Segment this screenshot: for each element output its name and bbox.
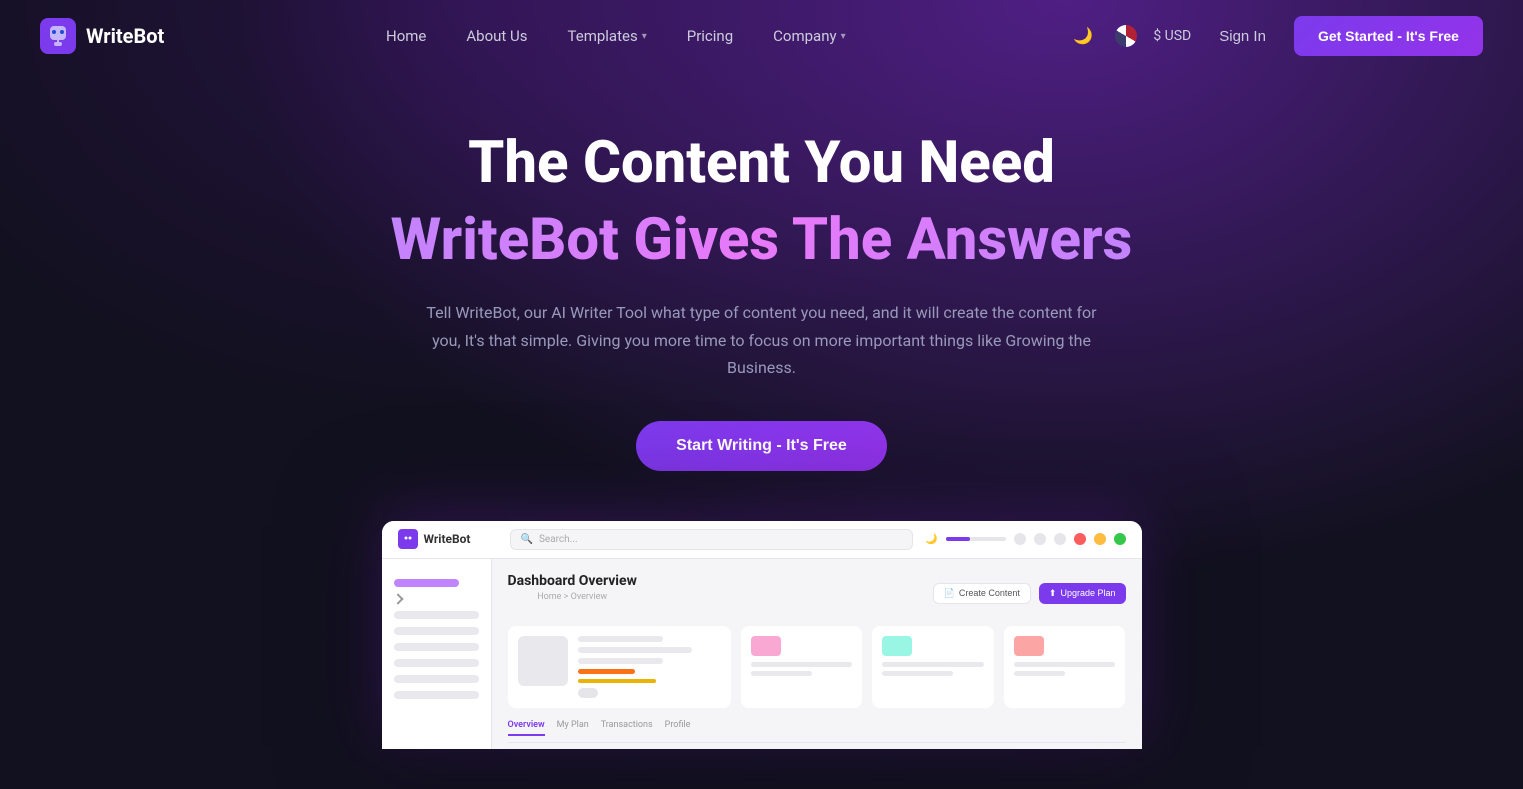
brand-name: WriteBot xyxy=(86,24,164,48)
dash-logo: WriteBot xyxy=(398,529,498,549)
dash-sidebar-item-7 xyxy=(394,691,479,699)
dash-topbar: WriteBot 🔍 Search... 🌙 xyxy=(382,521,1142,559)
dash-red-block xyxy=(1014,636,1044,656)
dash-topbar-right: 🌙 xyxy=(925,533,1125,545)
brand-logo[interactable]: WriteBot xyxy=(40,18,164,54)
dash-circle-3 xyxy=(1054,533,1066,545)
dash-upgrade-icon: ⬆ xyxy=(1049,588,1057,599)
dash-sidebar-item-1 xyxy=(394,579,459,587)
dash-tab-transactions[interactable]: Transactions xyxy=(601,720,653,736)
dash-search-placeholder: Search... xyxy=(539,534,578,545)
dash-line-yellow xyxy=(578,679,657,683)
templates-chevron-icon: ▾ xyxy=(642,31,647,42)
dash-side-line-1 xyxy=(751,662,853,667)
dash-side-card-3 xyxy=(1004,626,1126,708)
dash-brand-name: WriteBot xyxy=(424,532,471,546)
hero-section: The Content You Need WriteBot Gives The … xyxy=(0,72,1523,789)
dash-side-card-2 xyxy=(872,626,994,708)
dash-tab-myplan[interactable]: My Plan xyxy=(557,720,589,736)
dash-teal-block xyxy=(882,636,912,656)
dash-title-area: Dashboard Overview Home > Overview xyxy=(508,573,637,614)
dash-circle-yellow xyxy=(1094,533,1106,545)
nav-company[interactable]: Company ▾ xyxy=(757,19,861,53)
language-selector[interactable] xyxy=(1115,25,1137,47)
nav-about[interactable]: About Us xyxy=(450,19,543,53)
dash-circle-red xyxy=(1074,533,1086,545)
dash-side-card-1 xyxy=(741,626,863,708)
dash-upgrade-button[interactable]: ⬆ Upgrade Plan xyxy=(1039,583,1126,604)
nav-templates[interactable]: Templates ▾ xyxy=(552,19,663,53)
dash-sidebar-item-3 xyxy=(394,627,479,635)
dash-sidebar-item-2 xyxy=(394,611,479,619)
dash-side-line-3 xyxy=(882,662,984,667)
flag-icon xyxy=(1115,25,1137,47)
moon-icon: 🌙 xyxy=(1073,26,1093,46)
dash-line-3 xyxy=(578,658,664,664)
dash-side-line-4 xyxy=(882,671,953,676)
company-chevron-icon: ▾ xyxy=(841,31,846,42)
dash-line-1 xyxy=(578,636,664,642)
navbar: WriteBot Home About Us Templates ▾ Prici… xyxy=(0,0,1523,72)
dash-sidebar-item-5 xyxy=(394,659,479,667)
dash-line-2 xyxy=(578,647,693,653)
dash-circle-1 xyxy=(1014,533,1026,545)
dash-progress-fill xyxy=(946,537,970,541)
hero-subtitle: Tell WriteBot, our AI Writer Tool what t… xyxy=(422,299,1102,381)
dash-search-bar[interactable]: 🔍 Search... xyxy=(510,529,914,550)
dash-card-image xyxy=(518,636,568,686)
dash-action-buttons: 📄 Create Content ⬆ Upgrade Plan xyxy=(933,583,1126,604)
dash-side-line-6 xyxy=(1014,671,1065,676)
dash-main-card xyxy=(508,626,731,708)
dash-create-icon: 📄 xyxy=(944,588,955,599)
dash-title: Dashboard Overview xyxy=(508,573,637,589)
dash-progress-bar xyxy=(946,537,1006,541)
dashboard-preview: WriteBot 🔍 Search... 🌙 xyxy=(382,521,1142,749)
sign-in-button[interactable]: Sign In xyxy=(1207,20,1278,53)
dash-moon-icon: 🌙 xyxy=(925,534,937,545)
dash-content-header: Dashboard Overview Home > Overview 📄 Cre… xyxy=(508,573,1126,614)
start-writing-button[interactable]: Start Writing - It's Free xyxy=(636,421,887,471)
dash-breadcrumb: Home > Overview xyxy=(508,592,637,602)
dash-expand-btn xyxy=(578,688,598,698)
dash-sidebar-item-6 xyxy=(394,675,479,683)
hero-title-line1: The Content You Need xyxy=(468,132,1055,196)
get-started-button[interactable]: Get Started - It's Free xyxy=(1294,16,1483,56)
dash-pink-block xyxy=(751,636,781,656)
dash-create-button[interactable]: 📄 Create Content xyxy=(933,583,1031,604)
dark-mode-toggle[interactable]: 🌙 xyxy=(1067,20,1099,52)
dash-sidebar-arrow xyxy=(392,593,403,604)
dash-sidebar-item-4 xyxy=(394,643,479,651)
dash-tab-overview[interactable]: Overview xyxy=(508,720,545,736)
dash-card-content xyxy=(578,636,721,698)
dash-content-area: Dashboard Overview Home > Overview 📄 Cre… xyxy=(492,559,1142,749)
dash-tabs: Overview My Plan Transactions Profile xyxy=(508,720,1126,743)
dash-circle-green xyxy=(1114,533,1126,545)
nav-home[interactable]: Home xyxy=(370,19,442,53)
dash-side-line-5 xyxy=(1014,662,1116,667)
dash-main-area: Dashboard Overview Home > Overview 📄 Cre… xyxy=(382,559,1142,749)
currency-label[interactable]: $ USD xyxy=(1153,28,1191,44)
nav-links: Home About Us Templates ▾ Pricing Compan… xyxy=(370,19,862,53)
dash-sidebar xyxy=(382,559,492,749)
hero-title-line2: WriteBot Gives The Answers xyxy=(391,206,1133,276)
dash-tab-profile[interactable]: Profile xyxy=(665,720,691,736)
dash-search-icon: 🔍 xyxy=(521,534,533,545)
dash-side-line-2 xyxy=(751,671,812,676)
nav-pricing[interactable]: Pricing xyxy=(671,19,749,53)
dash-logo-icon xyxy=(398,529,418,549)
dash-line-orange xyxy=(578,669,635,674)
nav-right: 🌙 $ USD Sign In Get Started - It's Free xyxy=(1067,16,1483,56)
dash-circle-2 xyxy=(1034,533,1046,545)
dash-cards-row xyxy=(508,626,1126,708)
